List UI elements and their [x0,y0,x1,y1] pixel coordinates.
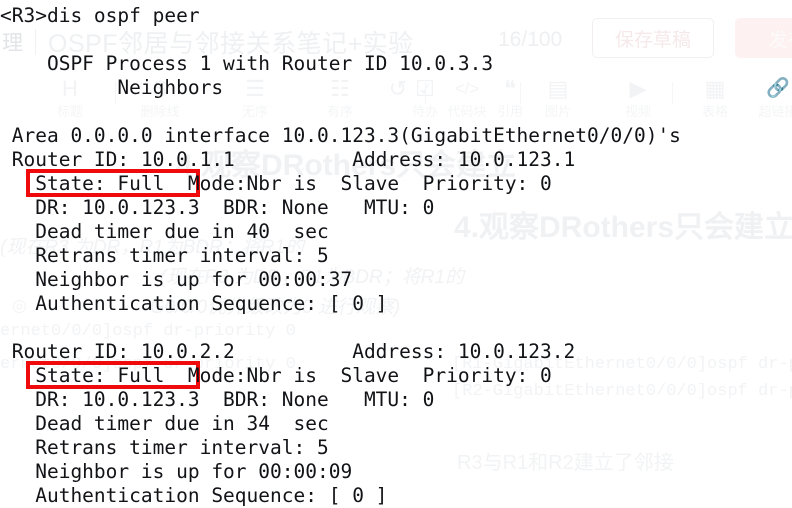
terminal-line: Neighbor is up for 00:00:37 [0,268,353,291]
terminal-line: DR: 10.0.123.3 BDR: None MTU: 0 [0,196,435,219]
terminal-line: Router ID: 10.0.2.2 Address: 10.0.123.2 [0,340,576,363]
terminal-line: Authentication Sequence: [ 0 ] [0,292,388,315]
terminal-line: Area 0.0.0.0 interface 10.0.123.3(Gigabi… [0,124,681,147]
terminal-line: OSPF Process 1 with Router ID 10.0.3.3 [0,52,494,75]
terminal-line: <R3>dis ospf peer [0,4,200,27]
terminal-line: Neighbors [0,76,224,99]
terminal-line: Retrans timer interval: 5 [0,436,329,459]
terminal-line: Authentication Sequence: [ 0 ] [0,484,388,507]
terminal-line: State: Full Mode:Nbr is Slave Priority: … [0,364,552,387]
terminal-line: Dead timer due in 40 sec [0,220,329,243]
terminal-line: Router ID: 10.0.1.1 Address: 10.0.123.1 [0,148,576,171]
terminal-line: Dead timer due in 34 sec [0,412,329,435]
terminal-line: Neighbor is up for 00:00:09 [0,460,353,483]
terminal-line: State: Full Mode:Nbr is Slave Priority: … [0,172,552,195]
terminal-line: Retrans timer interval: 5 [0,244,329,267]
terminal-output: <R3>dis ospf peer OSPF Process 1 with Ro… [0,0,792,508]
terminal-line: DR: 10.0.123.3 BDR: None MTU: 0 [0,388,435,411]
